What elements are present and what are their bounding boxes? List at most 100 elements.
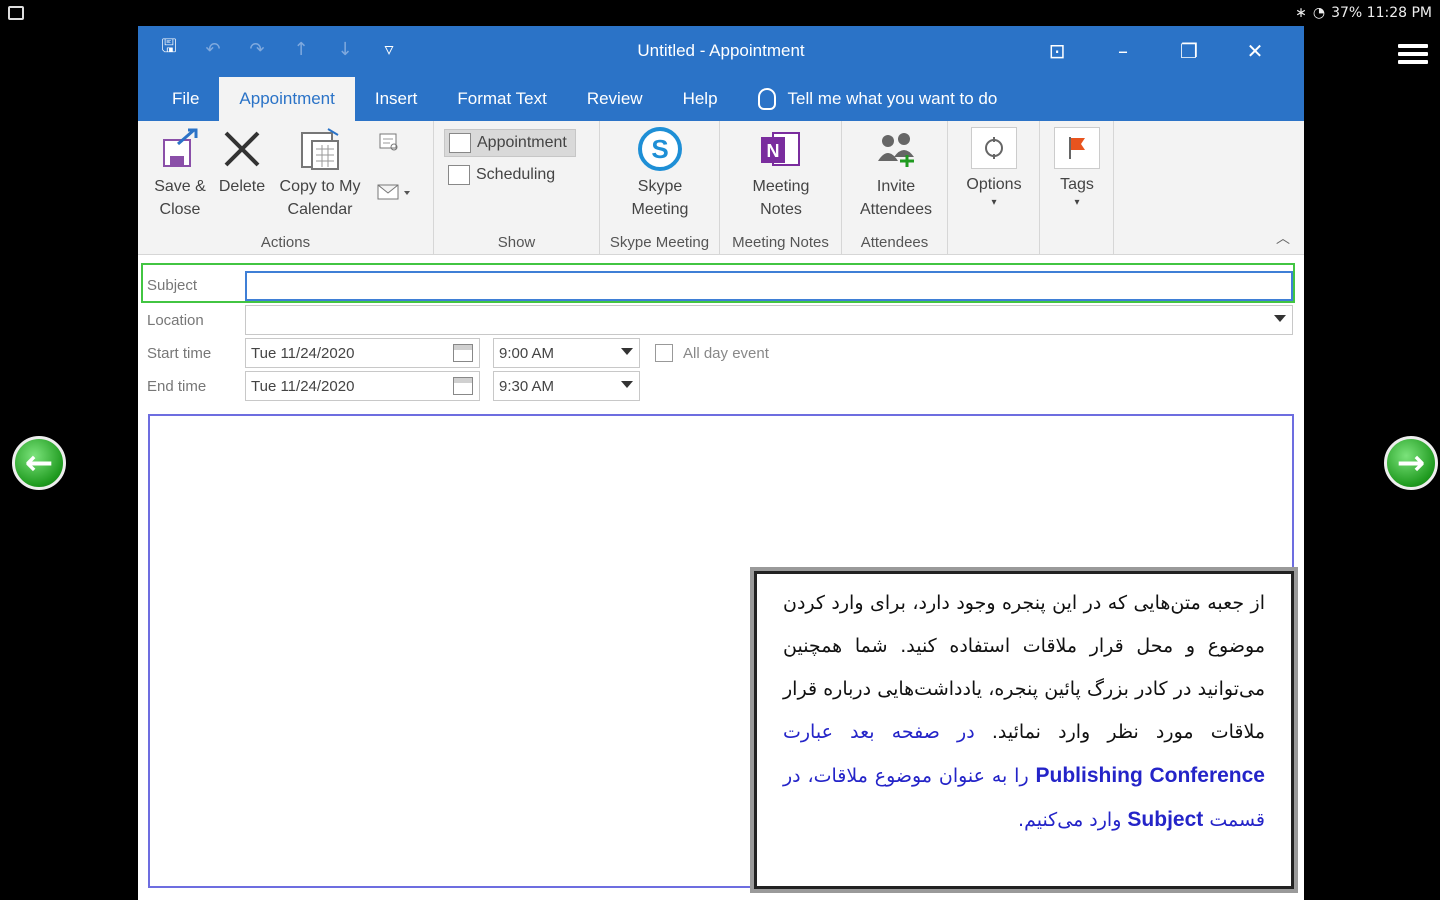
skype-group: S Skype Meeting Skype Meeting (600, 121, 720, 255)
all-day-checkbox[interactable] (655, 344, 673, 362)
tell-me-label: Tell me what you want to do (787, 89, 998, 108)
invite-attendees-label: Invite Attendees (859, 178, 933, 218)
start-time-select[interactable]: 9:00 AM (493, 338, 640, 368)
location-label: Location (147, 312, 204, 329)
tutorial-note-box: از جعبه متن‌هایی که در این پنجره وجود دا… (750, 567, 1298, 893)
start-calendar-icon[interactable] (453, 344, 473, 362)
skype-meeting-label: Skype Meeting (631, 178, 689, 218)
delete-x-icon (220, 127, 264, 171)
scheduling-label: Scheduling (476, 166, 556, 183)
window-controls: ⊡ – ❐ ✕ (1024, 36, 1288, 66)
appointment-view-icon (449, 133, 471, 153)
forward-arrow-icon[interactable]: → (1384, 436, 1438, 490)
restore-icon[interactable]: ❐ (1156, 36, 1222, 66)
copy-to-calendar-button[interactable]: Copy to My Calendar (272, 121, 368, 221)
end-time-dropdown-icon (621, 381, 633, 388)
collapse-ribbon-icon[interactable]: ︿ (1276, 228, 1290, 248)
show-group-label: Show (497, 234, 536, 251)
copy-to-calendar-label: Copy to My Calendar (279, 178, 361, 218)
flag-icon (1054, 127, 1100, 169)
meeting-dropdown[interactable] (372, 179, 416, 210)
meeting-notes-button[interactable]: N Meeting Notes (730, 121, 832, 221)
end-calendar-icon[interactable] (453, 377, 473, 395)
end-date-input[interactable]: Tue 11/24/2020 (245, 371, 480, 401)
appointment-view-label: Appointment (477, 134, 567, 151)
skype-group-label: Skype Meeting (609, 234, 710, 251)
note-text-blue-3: وارد می‌کنیم. (1018, 809, 1128, 831)
tab-help[interactable]: Help (663, 77, 738, 121)
menu-icon[interactable] (1398, 44, 1428, 68)
options-label: Options (966, 176, 1022, 193)
gallery-icon (8, 6, 24, 20)
options-icon (971, 127, 1017, 169)
save-close-button[interactable]: Save & Close (148, 121, 212, 221)
start-time-dropdown-icon (621, 348, 633, 355)
people-icon (874, 127, 918, 171)
tab-format-text[interactable]: Format Text (437, 77, 566, 121)
meeting-notes-label: Meeting Notes (752, 178, 810, 218)
start-time-label: Start time (147, 345, 212, 362)
all-day-label: All day event (683, 345, 769, 362)
meeting-envelope-icon (377, 184, 410, 200)
actions-group-label: Actions (260, 234, 311, 251)
ribbon-tabs: File Appointment Insert Format Text Revi… (138, 76, 1304, 121)
tags-dropdown-icon: ▾ (1074, 197, 1080, 208)
tab-file[interactable]: File (152, 77, 219, 121)
save-close-icon (158, 127, 202, 171)
location-dropdown-icon[interactable] (1274, 315, 1286, 322)
svg-text:S: S (651, 134, 668, 164)
close-icon[interactable]: ✕ (1222, 36, 1288, 66)
minimize-icon[interactable]: – (1090, 36, 1156, 66)
lightbulb-icon (757, 88, 776, 110)
delete-label: Delete (218, 178, 266, 195)
ribbon: Save & Close Delete Copy to My Calendar (138, 121, 1304, 255)
skype-meeting-button[interactable]: S Skype Meeting (610, 121, 710, 221)
tab-appointment[interactable]: Appointment (219, 77, 355, 121)
subject-label: Subject (147, 277, 198, 294)
scheduling-button[interactable]: Scheduling (448, 165, 555, 185)
options-button[interactable]: Options ▾ (958, 121, 1030, 210)
tags-group: Tags ▾ (1040, 121, 1114, 255)
start-time-value: 9:00 AM (499, 345, 555, 362)
end-time-select[interactable]: 9:30 AM (493, 371, 640, 401)
back-arrow-icon[interactable]: ← (12, 436, 66, 490)
show-group: Appointment Scheduling Show (434, 121, 600, 255)
attendees-group-label: Attendees (860, 234, 929, 251)
forward-button[interactable] (374, 131, 404, 160)
bluetooth-icon: ∗ (1295, 5, 1307, 21)
device-status-bar: ∗ ◔ 37% 11:28 PM (0, 0, 1440, 28)
calendar-copy-icon (298, 127, 342, 171)
start-date-value: Tue 11/24/2020 (251, 345, 355, 362)
tags-button[interactable]: Tags ▾ (1050, 121, 1104, 210)
svg-text:N: N (767, 141, 780, 161)
tell-me-box[interactable]: Tell me what you want to do (738, 77, 998, 121)
tags-label: Tags (1060, 176, 1094, 193)
subject-input[interactable] (245, 271, 1293, 301)
tab-review[interactable]: Review (567, 77, 663, 121)
skype-icon: S (638, 127, 682, 171)
options-dropdown-icon: ▾ (991, 197, 997, 208)
appointment-view-button[interactable]: Appointment (444, 129, 576, 157)
attendees-group: Invite Attendees Attendees (842, 121, 948, 255)
forward-icon (379, 133, 398, 151)
note-latin-2: Subject (1127, 808, 1204, 831)
delete-button[interactable]: Delete (212, 121, 272, 198)
status-text: 37% 11:28 PM (1331, 5, 1432, 21)
tab-insert[interactable]: Insert (355, 77, 438, 121)
meeting-notes-group-label: Meeting Notes (732, 234, 829, 251)
onenote-icon: N (759, 127, 803, 171)
start-date-input[interactable]: Tue 11/24/2020 (245, 338, 480, 368)
wifi-icon: ◔ (1312, 5, 1326, 21)
end-time-value: 9:30 AM (499, 378, 555, 395)
scheduling-icon (448, 165, 470, 185)
note-text-blue-1: در صفحه بعد عبارت (783, 721, 992, 743)
status-right: ∗ ◔ 37% 11:28 PM (1295, 5, 1432, 21)
end-date-value: Tue 11/24/2020 (251, 378, 355, 395)
invite-attendees-button[interactable]: Invite Attendees (848, 121, 944, 221)
options-group: Options ▾ (948, 121, 1040, 255)
location-input[interactable] (245, 305, 1293, 335)
actions-group: Save & Close Delete Copy to My Calendar (138, 121, 434, 255)
title-bar: 🖫 ↶ ↷ ↑ ↓ ▿ Untitled - Appointment ⊡ – ❐… (138, 26, 1304, 76)
meeting-notes-group: N Meeting Notes Meeting Notes (720, 121, 842, 255)
ribbon-display-icon[interactable]: ⊡ (1024, 36, 1090, 66)
